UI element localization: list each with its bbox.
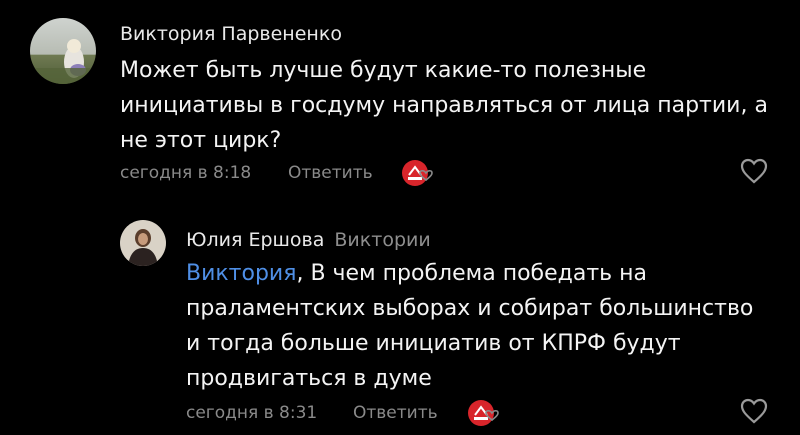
comment-author[interactable]: Юлия Ершова Виктории xyxy=(186,228,431,252)
avatar-photo xyxy=(120,220,166,266)
comment-timestamp: сегодня в 8:18 xyxy=(120,163,252,183)
comment-author[interactable]: Виктория Парвененко xyxy=(120,22,342,46)
mention-link[interactable]: Виктория xyxy=(186,261,296,286)
comment-text-line: продвигаться в думе xyxy=(186,366,432,391)
comment-text-line: инициативы в госдуму направляться от лиц… xyxy=(120,93,768,118)
heart-outline-icon[interactable] xyxy=(740,158,768,184)
comment-text-line: Может быть лучше будут какие-то полезные xyxy=(120,58,647,83)
comment-text-line: праламентских выборах и собират большинс… xyxy=(186,296,754,321)
comment-text-line: Виктория, В чем проблема победать на xyxy=(186,256,647,291)
avatar[interactable] xyxy=(30,18,96,84)
heart-outline-icon[interactable] xyxy=(740,398,768,424)
comment-text-line: и тогда больше инициатив от КПРФ будут xyxy=(186,331,681,356)
author-name[interactable]: Юлия Ершова xyxy=(186,229,324,251)
kprf-reaction-icon[interactable] xyxy=(466,398,504,428)
reply-button[interactable]: Ответить xyxy=(288,162,373,184)
reply-button[interactable]: Ответить xyxy=(353,402,438,424)
avatar-photo xyxy=(30,18,96,84)
comment-timestamp: сегодня в 8:31 xyxy=(186,403,318,423)
avatar[interactable] xyxy=(120,220,166,266)
kprf-reaction-icon[interactable] xyxy=(400,158,438,188)
comment-text-segment: , В чем проблема победать на xyxy=(296,261,647,286)
reply-to-label[interactable]: Виктории xyxy=(334,229,430,251)
comment-text-line: не этот цирк? xyxy=(120,128,282,153)
